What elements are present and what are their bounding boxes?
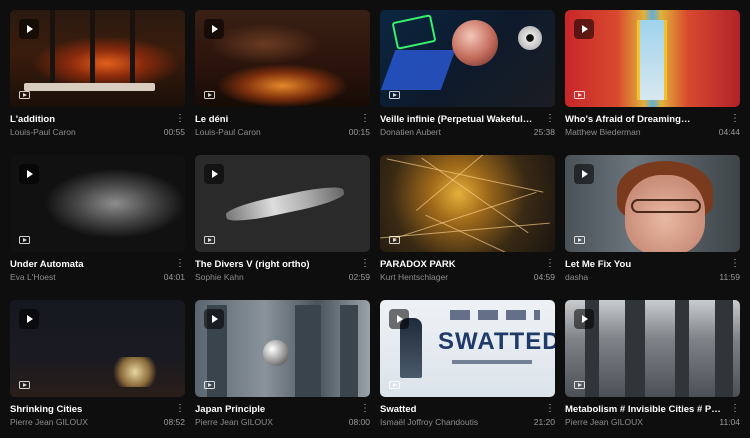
video-author[interactable]: Donatien Aubert bbox=[380, 127, 441, 137]
video-title[interactable]: Veille infinie (Perpetual Wakeful… bbox=[380, 114, 541, 125]
play-icon[interactable] bbox=[19, 309, 39, 329]
video-duration: 25:38 bbox=[533, 127, 555, 137]
video-duration: 00:55 bbox=[163, 127, 185, 137]
video-title[interactable]: The Divers V (right ortho) bbox=[195, 259, 356, 270]
video-card[interactable]: Shrinking Cities ⋮ Pierre Jean GILOUX 08… bbox=[10, 300, 185, 438]
video-author[interactable]: Kurt Hentschlager bbox=[380, 272, 448, 282]
video-thumbnail[interactable] bbox=[380, 155, 555, 252]
video-title[interactable]: Metabolism # Invisible Cities # P… bbox=[565, 404, 726, 415]
video-badge-icon bbox=[389, 381, 400, 389]
video-duration: 08:00 bbox=[348, 417, 370, 427]
video-badge-icon bbox=[204, 236, 215, 244]
video-card[interactable]: Metabolism # Invisible Cities # P… ⋮ Pie… bbox=[565, 300, 740, 438]
video-author[interactable]: Ismaël Joffroy Chandoutis bbox=[380, 417, 478, 427]
play-icon[interactable] bbox=[574, 309, 594, 329]
thumbnail-image bbox=[380, 10, 555, 107]
video-title[interactable]: Japan Principle bbox=[195, 404, 356, 415]
more-vertical-icon[interactable]: ⋮ bbox=[730, 113, 740, 125]
video-card[interactable]: PARADOX PARK ⋮ Kurt Hentschlager 04:59 bbox=[380, 155, 555, 300]
video-badge-icon bbox=[574, 91, 585, 99]
more-vertical-icon[interactable]: ⋮ bbox=[175, 403, 185, 415]
video-badge-icon bbox=[204, 381, 215, 389]
play-icon[interactable] bbox=[389, 309, 409, 329]
video-duration: 00:15 bbox=[348, 127, 370, 137]
video-title[interactable]: Let Me Fix You bbox=[565, 259, 726, 270]
more-vertical-icon[interactable]: ⋮ bbox=[545, 258, 555, 270]
video-badge-icon bbox=[574, 381, 585, 389]
video-thumbnail[interactable] bbox=[195, 10, 370, 107]
video-grid: L'addition ⋮ Louis-Paul Caron 00:55 Le d… bbox=[10, 10, 740, 438]
video-card[interactable]: Veille infinie (Perpetual Wakeful… ⋮ Don… bbox=[380, 10, 555, 155]
play-icon[interactable] bbox=[19, 19, 39, 39]
play-icon[interactable] bbox=[204, 309, 224, 329]
video-title[interactable]: Shrinking Cities bbox=[10, 404, 171, 415]
video-card[interactable]: Let Me Fix You ⋮ dasha 11:59 bbox=[565, 155, 740, 300]
video-thumbnail[interactable] bbox=[565, 300, 740, 397]
more-vertical-icon[interactable]: ⋮ bbox=[360, 113, 370, 125]
video-duration: 04:44 bbox=[718, 127, 740, 137]
video-card[interactable]: Japan Principle ⋮ Pierre Jean GILOUX 08:… bbox=[195, 300, 370, 438]
video-author[interactable]: Matthew Biederman bbox=[565, 127, 641, 137]
video-card[interactable]: Le déni ⋮ Louis-Paul Caron 00:15 bbox=[195, 10, 370, 155]
video-title[interactable]: Le déni bbox=[195, 114, 356, 125]
play-icon[interactable] bbox=[19, 164, 39, 184]
video-duration: 04:01 bbox=[163, 272, 185, 282]
video-thumbnail[interactable] bbox=[10, 155, 185, 252]
play-icon[interactable] bbox=[204, 19, 224, 39]
more-vertical-icon[interactable]: ⋮ bbox=[360, 403, 370, 415]
video-title[interactable]: Under Automata bbox=[10, 259, 171, 270]
video-duration: 08:52 bbox=[163, 417, 185, 427]
video-title[interactable]: Swatted bbox=[380, 404, 541, 415]
video-author[interactable]: Sophie Kahn bbox=[195, 272, 244, 282]
video-badge-icon bbox=[574, 236, 585, 244]
video-thumbnail[interactable] bbox=[10, 10, 185, 107]
video-card[interactable]: The Divers V (right ortho) ⋮ Sophie Kahn… bbox=[195, 155, 370, 300]
video-author[interactable]: Pierre Jean GILOUX bbox=[195, 417, 273, 427]
video-author[interactable]: dasha bbox=[565, 272, 588, 282]
video-author[interactable]: Louis-Paul Caron bbox=[10, 127, 76, 137]
video-duration: 11:59 bbox=[719, 272, 740, 282]
video-author[interactable]: Pierre Jean GILOUX bbox=[565, 417, 643, 427]
video-card[interactable]: Who's Afraid of Dreaming… ⋮ Matthew Bied… bbox=[565, 10, 740, 155]
video-duration: 04:59 bbox=[533, 272, 555, 282]
video-card[interactable]: SWATTED Swatted ⋮ Ismaël Joffroy Chandou… bbox=[380, 300, 555, 438]
video-badge-icon bbox=[204, 91, 215, 99]
more-vertical-icon[interactable]: ⋮ bbox=[360, 258, 370, 270]
video-author[interactable]: Eva L'Hoest bbox=[10, 272, 56, 282]
poster-title: SWATTED bbox=[438, 328, 555, 355]
video-thumbnail[interactable]: SWATTED bbox=[380, 300, 555, 397]
video-thumbnail[interactable] bbox=[565, 155, 740, 252]
video-thumbnail[interactable] bbox=[10, 300, 185, 397]
video-badge-icon bbox=[389, 236, 400, 244]
video-author[interactable]: Louis-Paul Caron bbox=[195, 127, 261, 137]
video-card[interactable]: L'addition ⋮ Louis-Paul Caron 00:55 bbox=[10, 10, 185, 155]
video-title[interactable]: Who's Afraid of Dreaming… bbox=[565, 114, 726, 125]
video-badge-icon bbox=[19, 91, 30, 99]
more-vertical-icon[interactable]: ⋮ bbox=[730, 258, 740, 270]
more-vertical-icon[interactable]: ⋮ bbox=[730, 403, 740, 415]
play-icon[interactable] bbox=[204, 164, 224, 184]
video-thumbnail[interactable] bbox=[380, 10, 555, 107]
video-duration: 11:04 bbox=[719, 417, 740, 427]
thumbnail-image bbox=[380, 155, 555, 252]
video-badge-icon bbox=[19, 236, 30, 244]
video-thumbnail[interactable] bbox=[565, 10, 740, 107]
video-badge-icon bbox=[19, 381, 30, 389]
more-vertical-icon[interactable]: ⋮ bbox=[545, 113, 555, 125]
video-thumbnail[interactable] bbox=[195, 155, 370, 252]
video-duration: 02:59 bbox=[348, 272, 370, 282]
play-icon[interactable] bbox=[574, 164, 594, 184]
video-duration: 21:20 bbox=[533, 417, 555, 427]
more-vertical-icon[interactable]: ⋮ bbox=[175, 258, 185, 270]
more-vertical-icon[interactable]: ⋮ bbox=[175, 113, 185, 125]
video-thumbnail[interactable] bbox=[195, 300, 370, 397]
video-author[interactable]: Pierre Jean GILOUX bbox=[10, 417, 88, 427]
video-title[interactable]: L'addition bbox=[10, 114, 171, 125]
more-vertical-icon[interactable]: ⋮ bbox=[545, 403, 555, 415]
video-card[interactable]: Under Automata ⋮ Eva L'Hoest 04:01 bbox=[10, 155, 185, 300]
video-title[interactable]: PARADOX PARK bbox=[380, 259, 541, 270]
video-badge-icon bbox=[389, 91, 400, 99]
play-icon[interactable] bbox=[574, 19, 594, 39]
